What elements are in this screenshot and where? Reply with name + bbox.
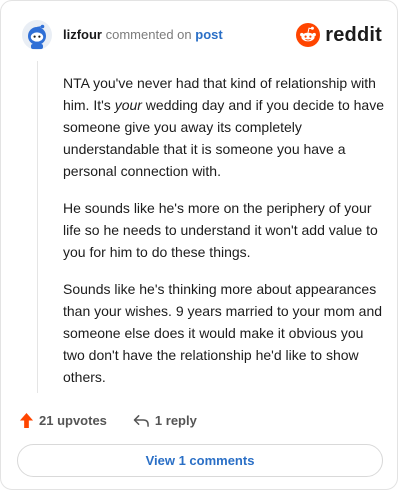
upvotes-count: 21 upvotes: [39, 412, 107, 428]
thread-line[interactable]: [37, 61, 38, 393]
view-comments-button[interactable]: View 1 comments: [17, 444, 383, 477]
reply-count: 1 reply: [154, 412, 197, 428]
comment-paragraph: Sounds like he's thinking more about app…: [63, 281, 383, 385]
comment-header: lizfour commented on post reddit: [22, 20, 382, 54]
post-link[interactable]: post: [195, 27, 222, 42]
snoo-avatar-icon[interactable]: [22, 20, 52, 50]
reply-button[interactable]: 1 reply: [133, 413, 197, 428]
comment-actions: 21 upvotes 1 reply: [19, 410, 197, 430]
comment-body: NTA you've never had that kind of relati…: [63, 72, 385, 403]
comment-paragraph: NTA you've never had that kind of relati…: [63, 75, 384, 179]
emphasis-text: your: [114, 97, 142, 113]
comment-meta: lizfour commented on post: [63, 27, 223, 42]
upvote-button[interactable]: 21 upvotes: [19, 412, 107, 429]
reply-arrow-icon: [133, 414, 149, 427]
reddit-logo[interactable]: reddit: [296, 22, 382, 48]
upvote-arrow-icon[interactable]: [19, 412, 34, 429]
username[interactable]: lizfour: [63, 27, 102, 42]
comment-card: lizfour commented on post reddit NTA you…: [0, 0, 398, 490]
reddit-wordmark: reddit: [325, 23, 382, 46]
comment-paragraph: He sounds like he's more on the peripher…: [63, 200, 378, 260]
reddit-snoo-icon: [296, 23, 321, 47]
commented-on-text: commented on: [105, 27, 192, 42]
